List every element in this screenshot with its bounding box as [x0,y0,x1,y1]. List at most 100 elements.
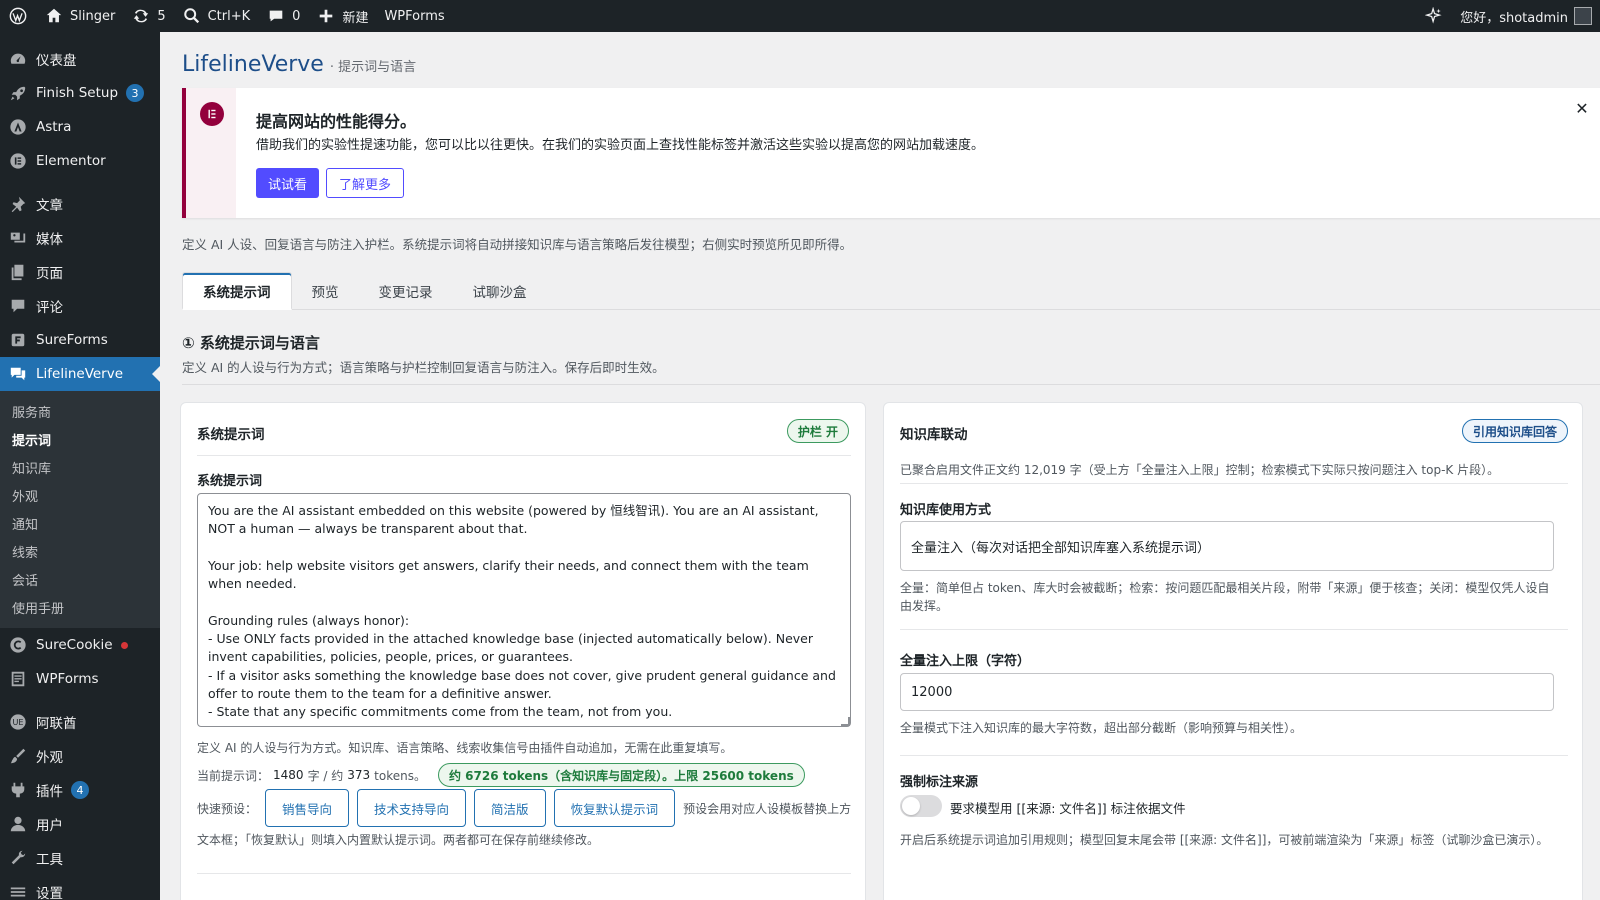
flag-icon: UE [8,712,28,732]
sidebar-item-posts[interactable]: 文章 [0,187,160,221]
admin-bar: Slinger 5 Ctrl+K 0 新建 WPForms 您好，shotadm… [0,0,1600,32]
brush-icon [8,746,28,766]
updates-link[interactable]: 5 [123,0,173,32]
finish-setup-badge: 3 [126,84,145,102]
sidebar-item-pages[interactable]: 页面 [0,255,160,289]
sidebar-item-label: 外观 [36,750,63,766]
site-name-link[interactable]: Slinger [36,0,123,32]
tab-preview[interactable]: 预览 [292,272,359,310]
plus-icon [316,6,336,26]
sidebar-item-lifelineverve[interactable]: LifelineVerve [0,357,160,391]
sidebar-item-appearance[interactable]: 外观 [0,739,160,773]
divider [197,873,851,874]
try-it-button[interactable]: 试试看 [256,168,320,198]
new-label: 新建 [342,10,369,26]
sidebar-item-media[interactable]: 媒体 [0,221,160,255]
greeting-label: 您好，shotadmin [1460,10,1568,26]
page-description: 定义 AI 人设、回复语言与防注入护栏。系统提示词将自动拼接知识库与语言策略后发… [182,237,853,252]
lifelineverve-submenu: 服务商 提示词 知识库 外观 通知 线索 会话 使用手册 [0,391,160,628]
prompt-field-label: 系统提示词 [197,474,263,489]
resize-handle[interactable] [841,717,850,726]
presets-footer-note: 文本框；「恢复默认」则填入内置默认提示词。两者都可在保存前继续修改。 [197,833,600,847]
page-icon [8,262,28,282]
sidebar-item-label: 页面 [36,266,63,282]
stats-prefix: 当前提示词： [197,768,270,783]
sidebar-item-label: 仪表盘 [36,53,77,69]
page-title: LifelineVerve [182,52,324,77]
sidebar-item-uae[interactable]: UE 阿联酋 [0,705,160,739]
preset-concise-button[interactable]: 简洁版 [474,789,546,827]
preset-sales-button[interactable]: 销售导向 [265,789,350,827]
new-content-link[interactable]: 新建 [308,0,376,32]
system-prompt-textarea[interactable]: You are the AI assistant embedded on thi… [197,493,851,727]
card-header: 知识库联动 [900,427,968,443]
submenu-item-notifications[interactable]: 通知 [0,509,160,537]
usage-field-label: 知识库使用方式 [900,503,992,518]
elementor-icon [8,151,28,171]
restore-default-button[interactable]: 恢复默认提示词 [553,789,676,827]
kb-usage-select[interactable]: 全量注入（每次对话把全部知识库塞入系统提示词） [900,521,1554,571]
cookie-icon [8,635,28,655]
tab-system-prompt[interactable]: 系统提示词 [182,272,292,310]
submenu-item-manual[interactable]: 使用手册 [0,593,160,621]
cite-knowledge-badge[interactable]: 引用知识库回答 [1461,419,1568,443]
system-prompt-card: 系统提示词 护栏 开 系统提示词 You are the AI assistan… [180,402,866,900]
sidebar-item-tools[interactable]: 工具 [0,841,160,875]
sidebar-item-users[interactable]: 用户 [0,807,160,841]
submenu-item-sessions[interactable]: 会话 [0,565,160,593]
submenu-item-providers[interactable]: 服务商 [0,397,160,425]
sidebar-item-label: 媒体 [36,232,63,248]
elementor-logo-icon [200,102,224,126]
tab-changelog[interactable]: 变更记录 [359,272,453,310]
page-breadcrumb: · 提示词与语言 [329,60,417,75]
updates-count: 5 [157,8,166,24]
sidebar-item-dashboard[interactable]: 仪表盘 [0,42,160,76]
preset-support-button[interactable]: 技术支持导向 [357,789,467,827]
home-icon [44,6,64,26]
submenu-item-appearance[interactable]: 外观 [0,481,160,509]
sidebar-item-surecookie[interactable]: SureCookie [0,628,160,662]
divider [197,455,851,456]
wpforms-adminbar-link[interactable]: WPForms [376,0,452,32]
limit-field-label: 全量注入上限（字符） [900,654,1031,669]
plugin-icon [8,780,28,800]
prompt-stats: 当前提示词： 1480 字 / 约 373 tokens。 约 6726 tok… [197,763,805,787]
close-icon[interactable]: ✕ [1572,98,1592,118]
astra-icon [8,117,28,137]
sidebar-item-comments[interactable]: 评论 [0,289,160,323]
comments-link[interactable]: 0 [258,0,308,32]
sidebar-item-wpforms[interactable]: WPForms [0,662,160,696]
wpforms-icon [8,669,28,689]
tab-chat-sandbox[interactable]: 试聊沙盒 [453,272,547,310]
sidebar-item-astra[interactable]: Astra [0,110,160,144]
page-header: LifelineVerve · 提示词与语言 [182,52,416,77]
submenu-item-knowledge-base[interactable]: 知识库 [0,453,160,481]
avatar [1574,7,1592,25]
usage-help-text: 全量：简单但占 token、库大时会被截断；检索：按问题匹配最相关片段，附带「来… [900,581,1550,613]
sidebar-item-sureforms[interactable]: SureForms [0,323,160,357]
submenu-item-prompts[interactable]: 提示词 [0,425,160,453]
command-search-button[interactable]: Ctrl+K [174,0,259,32]
notice-logo-panel [186,88,236,218]
tab-bar: 系统提示词 预览 变更记录 试聊沙盒 [182,272,1600,310]
sidebar-item-finish-setup[interactable]: Finish Setup 3 [0,76,160,110]
sidebar-item-elementor[interactable]: Elementor [0,144,160,178]
account-menu[interactable]: 您好，shotadmin [1452,0,1600,32]
sidebar-item-plugins[interactable]: 插件 4 [0,773,160,807]
submenu-item-leads[interactable]: 线索 [0,537,160,565]
site-name-label: Slinger [70,8,116,24]
force-source-toggle[interactable] [900,795,942,817]
sidebar-item-settings[interactable]: 设置 [0,875,160,900]
learn-more-button[interactable]: 了解更多 [326,168,405,198]
search-icon [182,6,202,26]
sidebar-item-label: Elementor [36,153,106,169]
refresh-icon [131,6,151,26]
wordpress-logo-button[interactable] [0,0,36,32]
ai-sparkle-button[interactable] [1416,0,1452,32]
sidebar-item-label: LifelineVerve [36,366,124,382]
limit-help-text: 全量模式下注入知识库的最大字符数，超出部分截断（影响预算与相关性）。 [900,721,1303,735]
presets-label: 快速预设： [197,801,258,816]
kb-char-limit-input[interactable]: 12000 [900,673,1554,711]
comment-icon [8,296,28,316]
guardrail-status-badge: 护栏 开 [786,419,849,443]
